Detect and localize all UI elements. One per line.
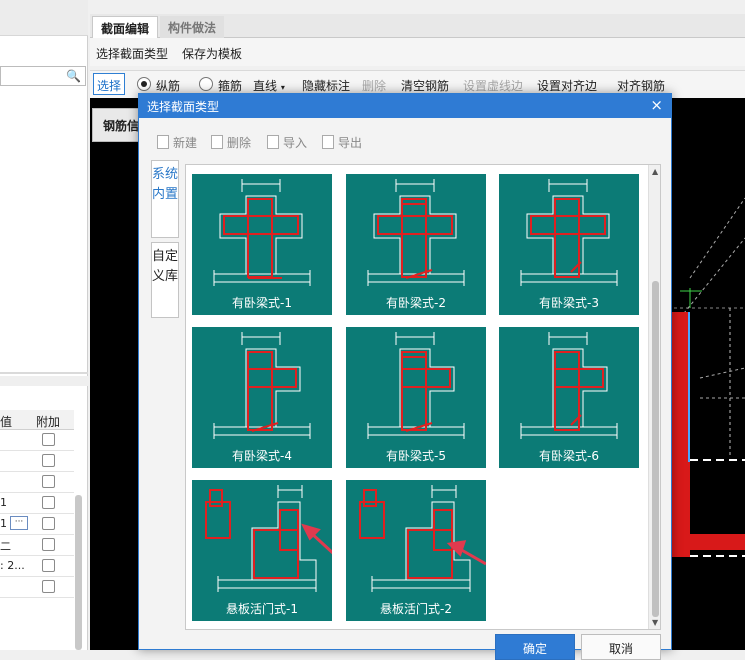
tab-system-builtin[interactable]: 系统内置: [151, 160, 179, 238]
scrollbar-thumb[interactable]: [652, 281, 659, 617]
select-section-type-dialog: 选择截面类型 × 新建 删除 导入 导出 系统内置 自定义库 有卧梁式-1 有卧…: [138, 93, 672, 660]
attribute-row[interactable]: [0, 430, 74, 451]
section-item-3[interactable]: 有卧梁式-3: [499, 174, 639, 315]
select-section-type-button[interactable]: 选择截面类型: [96, 45, 168, 62]
section-item-label: 有卧梁式-4: [232, 449, 292, 463]
section-preview-icon: [520, 179, 618, 286]
section-item-2[interactable]: 有卧梁式-2: [346, 174, 486, 315]
search-input[interactable]: 🔍: [0, 66, 86, 86]
section-preview-icon: [367, 179, 465, 286]
value-column-header: 值: [0, 415, 13, 429]
cancel-button[interactable]: 取消: [581, 634, 661, 660]
clear-rebar-button[interactable]: 清空钢筋: [401, 77, 449, 94]
tab-section-edit[interactable]: 截面编辑: [92, 16, 159, 38]
ok-button[interactable]: 确定: [495, 634, 575, 660]
ellipsis-button[interactable]: ···: [10, 516, 28, 530]
section-item-4[interactable]: 有卧梁式-4: [192, 327, 332, 468]
extra-checkbox[interactable]: [42, 496, 55, 509]
section-item-label: 有卧梁式-3: [539, 296, 599, 310]
section-preview-icon: [213, 179, 311, 286]
section-preview-icon: [213, 332, 311, 439]
align-rebar-button[interactable]: 对齐钢筋: [617, 77, 665, 94]
panel-divider[interactable]: [0, 372, 88, 374]
longitudinal-label[interactable]: 纵筋: [156, 77, 180, 94]
section-item-label: 悬板活门式-2: [380, 602, 452, 616]
extra-checkbox[interactable]: [42, 517, 55, 530]
section-preview-icon: [359, 485, 486, 592]
export-icon: [322, 135, 334, 149]
new-button[interactable]: 新建: [157, 134, 197, 151]
attribute-row[interactable]: 1 ···: [0, 514, 74, 535]
search-icon[interactable]: 🔍: [66, 69, 81, 83]
attribute-table-header: 值 附加: [0, 410, 74, 430]
section-toolbar: 选择截面类型 保存为模板: [90, 38, 745, 66]
import-icon: [267, 135, 279, 149]
section-item-label: 有卧梁式-6: [539, 449, 599, 463]
attribute-row[interactable]: : 2...: [0, 556, 74, 577]
scroll-up-icon[interactable]: ▲: [652, 167, 658, 176]
stirrup-label[interactable]: 箍筋: [218, 77, 242, 94]
section-item-label: 有卧梁式-5: [386, 449, 446, 463]
tab-component-method[interactable]: 构件做法: [160, 16, 225, 38]
section-preview-icon: [520, 332, 618, 439]
extra-checkbox[interactable]: [42, 433, 55, 446]
attribute-row[interactable]: [0, 451, 74, 472]
new-file-icon: [157, 135, 169, 149]
set-align-edge-button[interactable]: 设置对齐边: [537, 77, 597, 94]
grid-scrollbar[interactable]: ▲ ▼: [648, 165, 660, 629]
delete-template-button[interactable]: 删除: [211, 134, 251, 151]
longitudinal-radio[interactable]: [137, 77, 151, 91]
delete-icon: [211, 135, 223, 149]
import-button[interactable]: 导入: [267, 134, 307, 151]
dialog-title-bar[interactable]: 选择截面类型 ×: [139, 94, 671, 118]
chevron-down-icon: ▾: [280, 83, 285, 92]
section-item-8[interactable]: 悬板活门式-2: [346, 480, 486, 621]
attribute-row[interactable]: [0, 472, 74, 493]
editor-tab-bar: 截面编辑 构件做法: [90, 14, 745, 38]
section-item-label: 有卧梁式-1: [232, 296, 292, 310]
stirrup-radio[interactable]: [199, 77, 213, 91]
export-button[interactable]: 导出: [322, 134, 362, 151]
line-dropdown[interactable]: 直线 ▾: [253, 77, 285, 94]
panel-splitter: [0, 376, 88, 386]
section-preview-icon: [367, 332, 465, 439]
scroll-down-icon[interactable]: ▼: [652, 618, 658, 627]
tab-custom-library[interactable]: 自定义库: [151, 242, 179, 318]
hide-dimensions-button[interactable]: 隐藏标注: [302, 77, 350, 94]
extra-column-header: 附加: [36, 415, 61, 429]
attribute-row[interactable]: 1: [0, 493, 74, 514]
attribute-row[interactable]: 二: [0, 535, 74, 556]
rebar-info-panel: 钢筋信: [92, 108, 140, 142]
extra-checkbox[interactable]: [42, 475, 55, 488]
attribute-row[interactable]: [0, 577, 74, 598]
dialog-title: 选择截面类型: [147, 100, 220, 114]
set-virtual-edge-button[interactable]: 设置虚线边: [463, 77, 523, 94]
close-icon[interactable]: ×: [650, 96, 663, 114]
section-item-6[interactable]: 有卧梁式-6: [499, 327, 639, 468]
delete-button[interactable]: 删除: [362, 77, 386, 94]
section-item-5[interactable]: 有卧梁式-5: [346, 327, 486, 468]
extra-checkbox[interactable]: [42, 559, 55, 572]
extra-checkbox[interactable]: [42, 538, 55, 551]
section-item-label: 悬板活门式-1: [226, 602, 298, 616]
section-item-7[interactable]: 悬板活门式-1: [192, 480, 332, 621]
select-button[interactable]: 选择: [93, 73, 125, 95]
section-item-1[interactable]: 有卧梁式-1: [192, 174, 332, 315]
section-type-grid: 有卧梁式-1 有卧梁式-2 有卧梁式-3 有卧梁式-4 有卧梁式-5 有卧梁式-…: [185, 164, 661, 630]
section-preview-icon: [205, 485, 332, 592]
left-toolbar-strip: [0, 0, 88, 36]
extra-checkbox[interactable]: [42, 454, 55, 467]
extra-checkbox[interactable]: [42, 580, 55, 593]
section-item-label: 有卧梁式-2: [386, 296, 446, 310]
left-scrollbar[interactable]: [75, 495, 82, 650]
save-as-template-button[interactable]: 保存为模板: [182, 45, 242, 62]
dialog-toolbar: 新建 删除 导入 导出: [139, 130, 671, 154]
